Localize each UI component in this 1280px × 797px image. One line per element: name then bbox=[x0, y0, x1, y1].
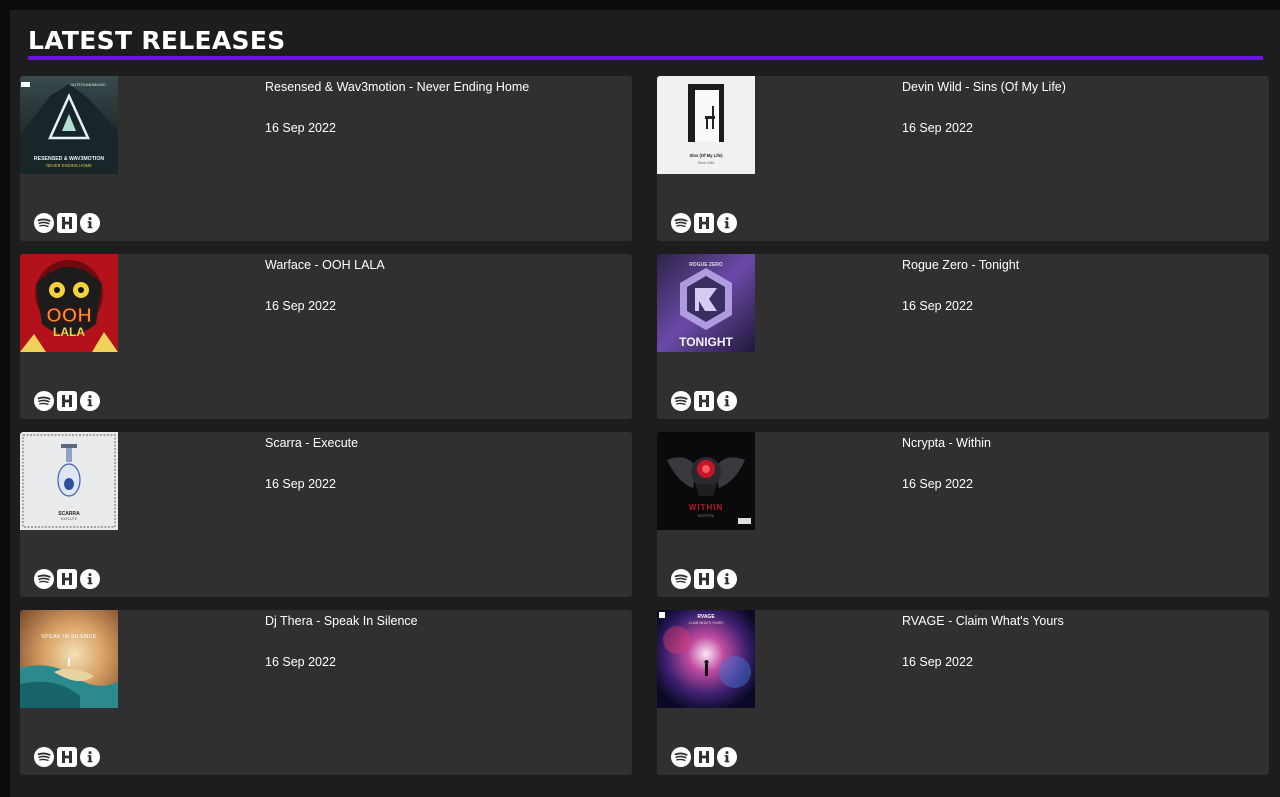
release-card: Sins (Of My Life) Devin Wild Devin Wild -… bbox=[657, 76, 1269, 241]
release-date: 16 Sep 2022 bbox=[902, 477, 973, 491]
hardstyle-h-icon[interactable] bbox=[57, 213, 77, 233]
release-cover-image[interactable]: OUTFOUNDMUSIC RESENSED & WAV3MOTION NEVE… bbox=[20, 76, 118, 174]
spotify-icon[interactable] bbox=[34, 569, 54, 589]
release-title: Warface - OOH LALA bbox=[265, 258, 385, 272]
release-actions bbox=[671, 213, 737, 233]
svg-text:ROGUE ZERO: ROGUE ZERO bbox=[689, 262, 723, 268]
release-date: 16 Sep 2022 bbox=[265, 655, 336, 669]
release-title: Dj Thera - Speak In Silence bbox=[265, 614, 418, 628]
release-actions bbox=[671, 391, 737, 411]
release-title: Rogue Zero - Tonight bbox=[902, 258, 1020, 272]
release-actions bbox=[671, 569, 737, 589]
release-card: SCARRA EXECUTE Scarra - Execute 16 Sep 202… bbox=[20, 432, 632, 597]
info-icon[interactable] bbox=[717, 391, 737, 411]
release-date: 16 Sep 2022 bbox=[265, 477, 336, 491]
spotify-icon[interactable] bbox=[671, 213, 691, 233]
release-cover-image[interactable]: WITHIN NCRYPTA bbox=[657, 432, 755, 530]
svg-text:SPEAK IN SILENCE: SPEAK IN SILENCE bbox=[41, 634, 97, 640]
release-title: Resensed & Wav3motion - Never Ending Hom… bbox=[265, 80, 530, 94]
info-icon[interactable] bbox=[80, 747, 100, 767]
spotify-icon[interactable] bbox=[34, 213, 54, 233]
release-card: ROGUE ZERO TONIGHT Rogue Zero - Tonight 16… bbox=[657, 254, 1269, 419]
title-underline bbox=[28, 56, 1263, 60]
release-date: 16 Sep 2022 bbox=[265, 121, 336, 135]
info-icon[interactable] bbox=[717, 569, 737, 589]
release-title: RVAGE - Claim What's Yours bbox=[902, 614, 1064, 628]
release-cover-image[interactable]: Sins (Of My Life) Devin Wild bbox=[657, 76, 755, 174]
svg-text:LALA: LALA bbox=[53, 325, 85, 339]
release-cover-image[interactable]: SPEAK IN SILENCE bbox=[20, 610, 118, 708]
svg-text:EXECUTE: EXECUTE bbox=[61, 517, 78, 521]
hardstyle-h-icon[interactable] bbox=[694, 569, 714, 589]
svg-text:OOH: OOH bbox=[46, 305, 92, 327]
release-card: RVAGE CLAIM WHAT'S YOURS RVAGE - Claim Wh… bbox=[657, 610, 1269, 775]
release-cover-image[interactable]: OOH LALA bbox=[20, 254, 118, 352]
svg-text:RESENSED & WAV3MOTION: RESENSED & WAV3MOTION bbox=[34, 156, 104, 162]
release-title: Scarra - Execute bbox=[265, 436, 359, 450]
release-title: Devin Wild - Sins (Of My Life) bbox=[902, 80, 1066, 94]
hardstyle-h-icon[interactable] bbox=[694, 213, 714, 233]
svg-text:NEVER ENDING HOME: NEVER ENDING HOME bbox=[46, 163, 92, 168]
release-date: 16 Sep 2022 bbox=[902, 121, 973, 135]
release-date: 16 Sep 2022 bbox=[265, 299, 336, 313]
release-actions bbox=[34, 747, 100, 767]
spotify-icon[interactable] bbox=[671, 569, 691, 589]
hardstyle-h-icon[interactable] bbox=[694, 747, 714, 767]
release-date: 16 Sep 2022 bbox=[902, 299, 973, 313]
info-icon[interactable] bbox=[80, 213, 100, 233]
svg-text:Sins (Of My Life): Sins (Of My Life) bbox=[689, 153, 723, 158]
svg-text:OUTFOUNDMUSIC: OUTFOUNDMUSIC bbox=[70, 82, 106, 87]
release-cover-image[interactable]: ROGUE ZERO TONIGHT bbox=[657, 254, 755, 352]
svg-text:Devin Wild: Devin Wild bbox=[698, 161, 714, 165]
release-cover-image[interactable]: SCARRA EXECUTE bbox=[20, 432, 118, 530]
info-icon[interactable] bbox=[717, 747, 737, 767]
svg-text:WITHIN: WITHIN bbox=[689, 503, 723, 512]
hardstyle-h-icon[interactable] bbox=[57, 747, 77, 767]
spotify-icon[interactable] bbox=[671, 391, 691, 411]
svg-text:NCRYPTA: NCRYPTA bbox=[698, 514, 715, 518]
hardstyle-h-icon[interactable] bbox=[57, 391, 77, 411]
hardstyle-h-icon[interactable] bbox=[57, 569, 77, 589]
release-actions bbox=[34, 569, 100, 589]
spotify-icon[interactable] bbox=[34, 747, 54, 767]
hardstyle-h-icon[interactable] bbox=[694, 391, 714, 411]
info-icon[interactable] bbox=[80, 391, 100, 411]
spotify-icon[interactable] bbox=[671, 747, 691, 767]
release-actions bbox=[34, 213, 100, 233]
release-title: Ncrypta - Within bbox=[902, 436, 991, 450]
release-card: OUTFOUNDMUSIC RESENSED & WAV3MOTION NEVE… bbox=[20, 76, 632, 241]
release-card: OOH LALA Warface - OOH LALA 16 Sep 2022 bbox=[20, 254, 632, 419]
spotify-icon[interactable] bbox=[34, 391, 54, 411]
release-actions bbox=[671, 747, 737, 767]
info-icon[interactable] bbox=[717, 213, 737, 233]
svg-text:RVAGE: RVAGE bbox=[697, 614, 715, 620]
release-actions bbox=[34, 391, 100, 411]
info-icon[interactable] bbox=[80, 569, 100, 589]
svg-text:TONIGHT: TONIGHT bbox=[679, 335, 733, 349]
section-title: LATEST RELEASES bbox=[28, 26, 286, 55]
release-card: WITHIN NCRYPTA Ncrypta - Within 16 Sep 20… bbox=[657, 432, 1269, 597]
svg-text:CLAIM WHAT'S YOURS: CLAIM WHAT'S YOURS bbox=[689, 621, 724, 625]
release-card: SPEAK IN SILENCE Dj Thera - Speak In Sile… bbox=[20, 610, 632, 775]
release-cover-image[interactable]: RVAGE CLAIM WHAT'S YOURS bbox=[657, 610, 755, 708]
release-date: 16 Sep 2022 bbox=[902, 655, 973, 669]
